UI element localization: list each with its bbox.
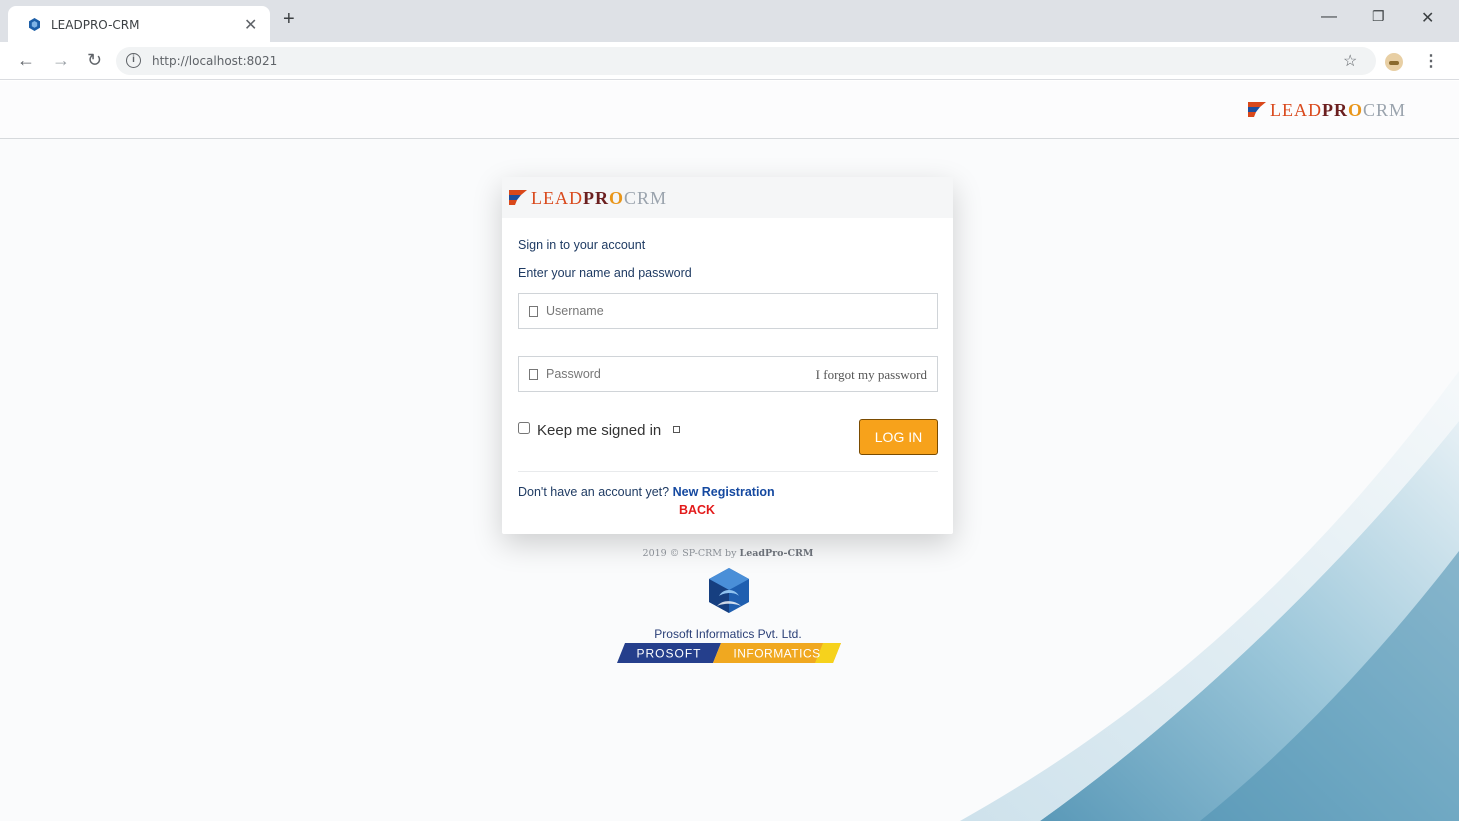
- keep-signed-in[interactable]: Keep me signed in: [518, 422, 681, 439]
- forward-arrow-icon[interactable]: →: [52, 51, 70, 69]
- copyright: 2019 © SP-CRM by LeadPro-CRM: [0, 548, 1456, 559]
- kebab-menu-icon[interactable]: ⋮: [1423, 51, 1439, 71]
- tab-title: LEADPRO-CRM: [51, 18, 140, 32]
- logo-lead-text: LEAD: [531, 188, 583, 208]
- tab-close-icon[interactable]: ✕: [244, 15, 257, 35]
- hexagon-favicon-icon: [29, 18, 40, 31]
- logo-pro-text: PR: [583, 188, 609, 208]
- logo-flag-icon: [509, 190, 527, 205]
- browser-tab-bar: LEADPRO-CRM ✕ + — ❐ ✕: [0, 0, 1459, 42]
- password-field[interactable]: I forgot my password: [518, 356, 938, 392]
- new-registration-link[interactable]: New Registration: [673, 485, 775, 499]
- forgot-password-link[interactable]: I forgot my password: [816, 367, 927, 383]
- logo-crm-text: CRM: [1363, 100, 1407, 120]
- restore-icon[interactable]: ❐: [1372, 8, 1385, 25]
- lock-icon: [529, 369, 538, 380]
- url-text[interactable]: http://localhost:8021: [152, 54, 277, 68]
- prosoft-cube-logo-icon: [709, 568, 749, 613]
- banner-left-text: PROSOFT: [636, 647, 701, 661]
- logo-pro-text: PR: [1322, 100, 1348, 120]
- copyright-prefix: 2019 © SP-CRM by: [642, 548, 737, 559]
- back-arrow-icon[interactable]: ←: [17, 51, 35, 69]
- form-divider: [518, 471, 938, 472]
- star-icon[interactable]: ☆: [1343, 51, 1357, 71]
- logo-o-text: O: [1348, 100, 1364, 120]
- browser-tab[interactable]: LEADPRO-CRM ✕: [8, 6, 270, 42]
- username-input[interactable]: [546, 294, 806, 328]
- signin-heading: Sign in to your account: [518, 238, 646, 252]
- password-input[interactable]: [546, 357, 806, 391]
- registration-prompt: Don't have an account yet? New Registrat…: [518, 485, 775, 499]
- keep-signed-in-checkbox[interactable]: [518, 422, 530, 434]
- address-bar[interactable]: i http://localhost:8021: [116, 47, 1376, 75]
- company-name: Prosoft Informatics Pvt. Ltd.: [654, 627, 802, 641]
- logo-flag-icon: [1248, 102, 1266, 117]
- page-header: LEADPROCRM: [0, 81, 1459, 139]
- signin-subheading: Enter your name and password: [518, 266, 692, 280]
- browser-toolbar: ← → ↻ i http://localhost:8021: [0, 42, 1459, 80]
- card-logo: LEADPROCRM: [509, 188, 667, 209]
- banner-right-text: INFORMATICS: [733, 647, 820, 661]
- page-viewport: LEADPROCRM LEADPROCRM Sign in to your ac…: [0, 81, 1459, 821]
- username-field[interactable]: [518, 293, 938, 329]
- user-icon: [529, 306, 538, 317]
- profile-avatar-icon[interactable]: [1385, 53, 1403, 71]
- login-button[interactable]: LOG IN: [859, 419, 938, 455]
- info-square-icon: [673, 426, 681, 433]
- minimize-icon[interactable]: —: [1321, 8, 1337, 26]
- keep-signed-in-label: Keep me signed in: [537, 422, 662, 439]
- logo-o-text: O: [609, 188, 625, 208]
- back-link[interactable]: BACK: [502, 503, 892, 517]
- logo-crm-text: CRM: [624, 188, 668, 208]
- copyright-brand: LeadPro-CRM: [739, 548, 814, 559]
- prosoft-informatics-banner: PROSOFT INFORMATICS: [617, 643, 841, 663]
- info-icon[interactable]: i: [126, 53, 141, 68]
- new-tab-button[interactable]: +: [283, 9, 295, 29]
- header-logo: LEADPROCRM: [1248, 100, 1406, 121]
- login-card: LEADPROCRM Sign in to your account Enter…: [502, 177, 953, 534]
- no-account-text: Don't have an account yet?: [518, 485, 670, 499]
- reload-icon[interactable]: ↻: [87, 51, 102, 69]
- login-card-header: LEADPROCRM: [502, 177, 953, 218]
- window-close-icon[interactable]: ✕: [1421, 8, 1434, 28]
- login-form: Sign in to your account Enter your name …: [502, 218, 953, 534]
- logo-lead-text: LEAD: [1270, 100, 1322, 120]
